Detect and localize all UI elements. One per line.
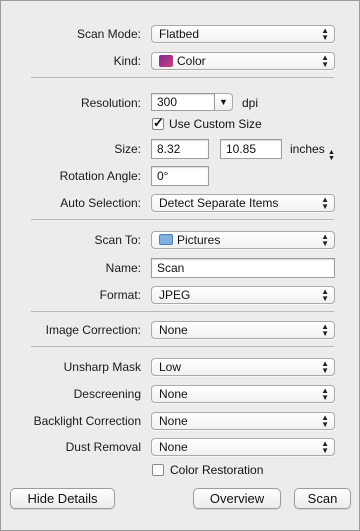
name-label: Name: [105, 261, 141, 275]
size-width-input[interactable]: 8.32 [151, 139, 209, 159]
scan-button[interactable]: Scan [294, 488, 351, 509]
scan-mode-label: Scan Mode: [76, 27, 141, 41]
image-correction-value: None [159, 323, 188, 337]
color-restoration-checkbox[interactable] [152, 464, 164, 476]
updown-arrows-icon: ▲ ▼ [321, 386, 329, 402]
custom-size-checkbox[interactable]: ✓ [152, 115, 164, 130]
resolution-dropdown-button[interactable]: ▼ [215, 93, 233, 111]
scan-mode-value: Flatbed [159, 27, 200, 41]
image-correction-label: Image Correction: [45, 323, 141, 337]
unsharp-mask-label: Unsharp Mask [63, 360, 141, 374]
updown-arrows-icon: ▲ ▼ [321, 322, 329, 338]
updown-arrows-icon: ▲ ▼ [321, 413, 329, 429]
hide-details-button[interactable]: Hide Details [10, 488, 115, 509]
size-unit-select[interactable]: inches ▲ ▼ [290, 142, 335, 162]
scan-mode-select[interactable]: Flatbed ▲ ▼ [151, 25, 335, 43]
auto-selection-select[interactable]: Detect Separate Items ▲ ▼ [151, 194, 335, 212]
dust-removal-select[interactable]: None ▲ ▼ [151, 438, 335, 456]
format-select[interactable]: JPEG ▲ ▼ [151, 286, 335, 304]
format-value: JPEG [159, 288, 191, 302]
custom-size-label: Use Custom Size [169, 117, 262, 131]
updown-arrows-icon: ▲ ▼ [321, 439, 329, 455]
size-label: Size: [114, 142, 141, 156]
dust-removal-label: Dust Removal [65, 440, 141, 454]
descreening-select[interactable]: None ▲ ▼ [151, 385, 335, 403]
size-height-input[interactable]: 10.85 [220, 139, 282, 159]
size-unit-value: inches [290, 142, 325, 156]
descreening-value: None [159, 387, 188, 401]
backlight-correction-select[interactable]: None ▲ ▼ [151, 412, 335, 430]
unsharp-mask-select[interactable]: Low ▲ ▼ [151, 358, 335, 376]
chevron-down-icon: ▼ [219, 97, 228, 107]
kind-value: Color [177, 54, 206, 68]
updown-arrows-icon: ▲ ▼ [321, 359, 329, 375]
scanner-settings-panel: Scan Mode: Flatbed ▲ ▼ Kind: Color ▲ ▼ Res… [0, 0, 360, 531]
format-label: Format: [99, 288, 141, 302]
name-input[interactable]: Scan [151, 258, 335, 278]
checkmark-icon: ✓ [153, 115, 164, 130]
backlight-correction-label: Backlight Correction [33, 414, 141, 428]
backlight-correction-value: None [159, 414, 188, 428]
updown-arrows-icon: ▲ ▼ [321, 287, 329, 303]
overview-button[interactable]: Overview [193, 488, 281, 509]
scan-to-label: Scan To: [94, 233, 141, 247]
unsharp-mask-value: Low [159, 360, 182, 374]
resolution-input[interactable]: 300 [151, 93, 215, 111]
folder-icon [159, 234, 173, 245]
updown-arrows-icon: ▲ ▼ [328, 149, 335, 162]
resolution-label: Resolution: [80, 96, 141, 110]
resolution-unit: dpi [242, 96, 259, 110]
color-restoration-label: Color Restoration [170, 463, 264, 477]
dust-removal-value: None [159, 440, 188, 454]
image-correction-select[interactable]: None ▲ ▼ [151, 321, 335, 339]
scan-to-value: Pictures [177, 233, 221, 247]
updown-arrows-icon: ▲ ▼ [321, 26, 329, 42]
kind-select[interactable]: Color ▲ ▼ [151, 52, 335, 70]
kind-label: Kind: [113, 54, 141, 68]
updown-arrows-icon: ▲ ▼ [321, 232, 329, 248]
rotation-angle-label: Rotation Angle: [59, 169, 141, 183]
updown-arrows-icon: ▲ ▼ [321, 53, 329, 69]
updown-arrows-icon: ▲ ▼ [321, 195, 329, 211]
separator [31, 346, 334, 347]
color-icon [159, 55, 173, 67]
rotation-angle-input[interactable]: 0° [151, 166, 209, 186]
separator [31, 77, 334, 78]
separator [31, 311, 334, 312]
descreening-label: Descreening [73, 387, 141, 401]
auto-selection-label: Auto Selection: [60, 196, 141, 210]
scan-to-select[interactable]: Pictures ▲ ▼ [151, 231, 335, 249]
separator [31, 219, 334, 220]
auto-selection-value: Detect Separate Items [159, 196, 279, 210]
